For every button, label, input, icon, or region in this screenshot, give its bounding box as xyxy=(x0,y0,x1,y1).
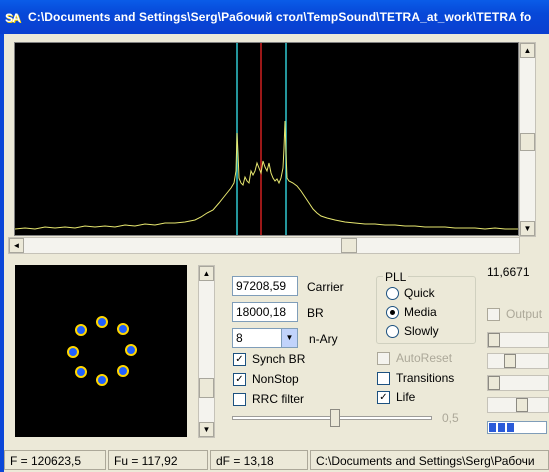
right-slider-4-thumb[interactable] xyxy=(516,398,528,412)
constellation-thumb[interactable] xyxy=(199,378,214,398)
nonstop-checkbox[interactable]: ✓ xyxy=(233,373,246,386)
life-label: Life xyxy=(396,390,416,404)
nary-select[interactable]: 8 ▼ xyxy=(232,328,298,348)
scroll-down-button[interactable]: ▼ xyxy=(520,221,535,236)
nary-label: n-Ary xyxy=(309,332,338,346)
vscroll-thumb[interactable] xyxy=(520,133,535,151)
synch-br-label: Synch BR xyxy=(252,352,306,366)
right-slider-3-thumb[interactable] xyxy=(488,376,500,390)
app-icon: SA xyxy=(5,11,21,25)
autoreset-checkbox[interactable] xyxy=(377,352,390,365)
pll-slowly-radio[interactable] xyxy=(386,325,399,338)
scroll-up-button[interactable]: ▲ xyxy=(520,43,535,58)
nary-value: 8 xyxy=(236,331,243,345)
progress-segment xyxy=(489,423,496,432)
pll-quick-radio[interactable] xyxy=(386,287,399,300)
hscroll-thumb[interactable] xyxy=(341,238,357,253)
filter-slider-value: 0,5 xyxy=(442,411,459,425)
constellation-scroll-down[interactable]: ▼ xyxy=(199,422,214,437)
br-input[interactable]: 18000,18 xyxy=(232,302,298,322)
spectrum-trace xyxy=(15,120,518,230)
status-bar: F = 120623,5 Fu = 117,92 dF = 13,18 C:\D… xyxy=(4,448,549,472)
title-bar[interactable]: SA C:\Documents and Settings\Serg\Рабочи… xyxy=(0,0,549,34)
spectrum-plot xyxy=(15,43,518,235)
constellation-plot xyxy=(67,316,137,386)
pll-label: PLL xyxy=(383,270,409,284)
output-checkbox[interactable] xyxy=(487,308,500,321)
carrier-input[interactable]: 97208,59 xyxy=(232,276,298,296)
nonstop-label: NonStop xyxy=(252,372,299,386)
pll-media-label: Media xyxy=(404,305,437,319)
readout-value: 11,6671 xyxy=(487,265,530,279)
status-path: C:\Documents and Settings\Serg\Рабочи xyxy=(310,450,549,470)
scroll-left-button[interactable]: ◄ xyxy=(9,238,24,253)
level-progress-bar xyxy=(487,421,547,434)
window-title: C:\Documents and Settings\Serg\Рабочий с… xyxy=(28,10,532,24)
transitions-label: Transitions xyxy=(396,371,455,385)
progress-segment xyxy=(507,423,514,432)
constellation-vscrollbar[interactable]: ▲ ▼ xyxy=(198,265,215,438)
dropdown-arrow-icon[interactable]: ▼ xyxy=(281,329,297,347)
constellation-display xyxy=(15,265,187,437)
status-f: F = 120623,5 xyxy=(4,450,106,470)
autoreset-label: AutoReset xyxy=(396,351,453,365)
filter-slider-thumb[interactable] xyxy=(330,409,340,427)
right-slider-2-thumb[interactable] xyxy=(504,354,516,368)
right-slider-2[interactable] xyxy=(487,353,549,369)
status-df: dF = 13,18 xyxy=(210,450,308,470)
right-slider-3[interactable] xyxy=(487,375,549,391)
spectrum-vscrollbar[interactable]: ▲ ▼ xyxy=(519,42,536,237)
output-label: Output xyxy=(506,307,543,321)
radio-selected-dot xyxy=(390,310,395,315)
synch-br-checkbox[interactable]: ✓ xyxy=(233,353,246,366)
pll-slowly-label: Slowly xyxy=(404,324,439,338)
right-slider-1[interactable] xyxy=(487,332,549,348)
status-fu: Fu = 117,92 xyxy=(108,450,208,470)
constellation-scroll-up[interactable]: ▲ xyxy=(199,266,214,281)
rrc-filter-checkbox[interactable] xyxy=(233,393,246,406)
transitions-checkbox[interactable] xyxy=(377,372,390,385)
life-checkbox[interactable]: ✓ xyxy=(377,391,390,404)
carrier-label: Carrier xyxy=(307,280,344,294)
right-slider-4[interactable] xyxy=(487,397,549,413)
constellation-points xyxy=(67,316,137,386)
right-slider-1-thumb[interactable] xyxy=(488,333,500,347)
progress-segment xyxy=(498,423,505,432)
rrc-filter-label: RRC filter xyxy=(252,392,305,406)
spectrum-hscrollbar[interactable]: ◄ xyxy=(8,237,520,254)
spectrum-display[interactable] xyxy=(14,42,519,236)
pll-media-radio[interactable] xyxy=(386,306,399,319)
pll-quick-label: Quick xyxy=(404,286,435,300)
br-label: BR xyxy=(307,306,324,320)
